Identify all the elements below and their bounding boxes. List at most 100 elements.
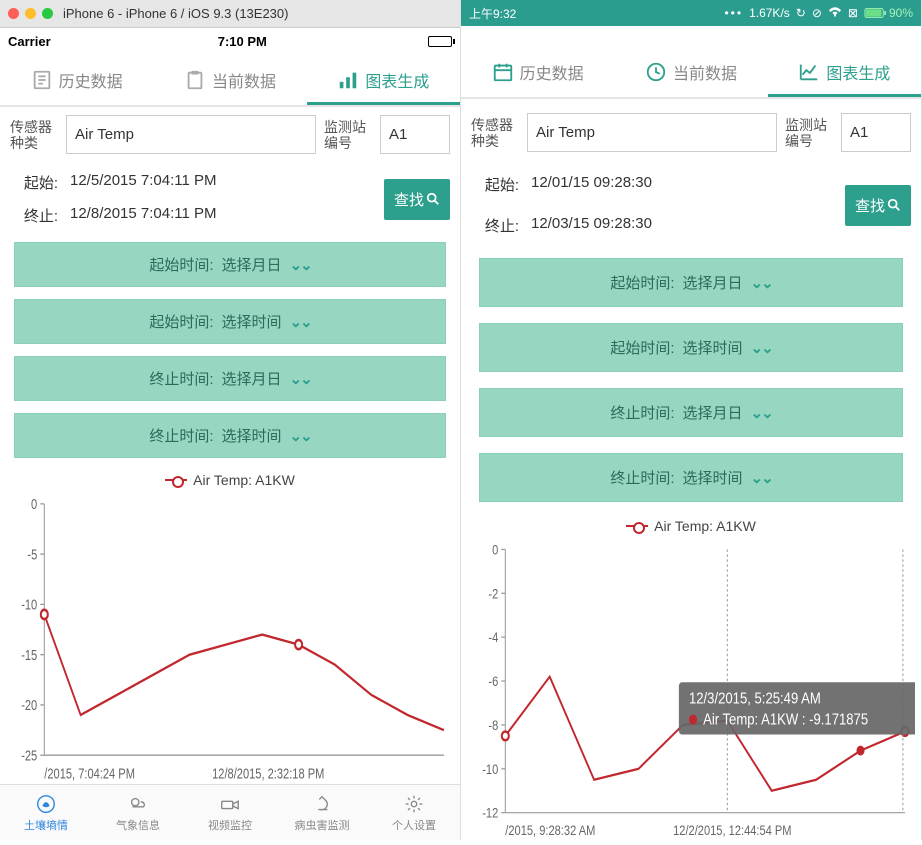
calendar-icon — [492, 61, 514, 83]
tabbar-soil[interactable]: 土壤墒情 — [0, 785, 92, 840]
clipboard-icon — [184, 69, 206, 91]
start-value: 12/5/2015 7:04:11 PM — [70, 172, 217, 193]
tab-chart-label: 图表生成 — [826, 60, 890, 84]
status-time: 上午9:32 — [469, 5, 516, 22]
svg-text:-6: -6 — [488, 674, 498, 689]
svg-text:-4: -4 — [488, 630, 498, 645]
svg-text:12/3/2015, 5:25:49 AM: 12/3/2015, 5:25:49 AM — [689, 690, 821, 708]
picker-end-time[interactable]: 终止时间:选择时间⌄⌄ — [479, 453, 903, 502]
station-id-label: 监测站 编号 — [324, 119, 372, 151]
network-speed: 1.67K/s — [749, 6, 790, 20]
svg-text:12/8/2015, 2:32:18 PM: 12/8/2015, 2:32:18 PM — [212, 765, 324, 782]
picker-start-date[interactable]: 起始时间:选择月日⌄⌄ — [14, 242, 446, 287]
window-zoom-icon[interactable] — [42, 8, 53, 19]
chart-legend: Air Temp: A1KW — [461, 510, 921, 542]
ios-status-bar: Carrier 7:10 PM — [0, 28, 460, 54]
tab-chart[interactable]: 图表生成 — [307, 54, 460, 105]
tab-current[interactable]: 当前数据 — [614, 46, 767, 97]
tab-chart[interactable]: 图表生成 — [768, 46, 921, 97]
tab-history-label: 历史数据 — [520, 60, 584, 84]
chevron-double-down-icon: ⌄⌄ — [751, 339, 772, 357]
chevron-double-down-icon: ⌄⌄ — [751, 274, 772, 292]
svg-text:-5: -5 — [27, 546, 37, 563]
tabbar-settings[interactable]: 个人设置 — [368, 785, 460, 840]
svg-text:-10: -10 — [21, 596, 37, 613]
carrier-label: Carrier — [8, 34, 51, 49]
chevron-double-down-icon: ⌄⌄ — [290, 256, 311, 274]
weather-icon — [127, 793, 149, 815]
end-value: 12/8/2015 7:04:11 PM — [70, 205, 217, 226]
simulator-titlebar: iPhone 6 - iPhone 6 / iOS 9.3 (13E230) — [0, 0, 460, 28]
picker-end-time[interactable]: 终止时间:选择时间⌄⌄ — [14, 413, 446, 458]
window-minimize-icon[interactable] — [25, 8, 36, 19]
bar-chart-icon — [337, 69, 359, 91]
chevron-double-down-icon: ⌄⌄ — [290, 427, 311, 445]
search-button[interactable]: 查找 — [384, 179, 450, 220]
sync-icon: ↻ — [796, 6, 806, 20]
end-label: 终止: — [471, 215, 519, 236]
tab-chart-label: 图表生成 — [365, 68, 429, 92]
status-time: 7:10 PM — [218, 34, 267, 49]
battery-icon — [428, 36, 452, 47]
line-chart-left[interactable]: 0 -5 -10 -15 -20 -25/2015, 7:04:24 PM 12/8/201… — [0, 496, 460, 784]
svg-text:-10: -10 — [482, 762, 498, 777]
chevron-double-down-icon: ⌄⌄ — [290, 370, 311, 388]
tab-history-label: 历史数据 — [59, 68, 123, 92]
search-button[interactable]: 查找 — [845, 185, 911, 226]
signal-icon: ⊠ — [848, 6, 858, 20]
picker-end-date[interactable]: 终止时间:选择月日⌄⌄ — [479, 388, 903, 437]
legend-label: Air Temp: A1KW — [193, 472, 295, 488]
sensor-type-label: 传感器 种类 — [471, 117, 519, 149]
search-icon — [426, 192, 440, 206]
start-label: 起始: — [471, 174, 519, 195]
leaf-icon — [35, 793, 57, 815]
end-label: 终止: — [10, 205, 58, 226]
svg-text:Air Temp: A1KW : -9.171875: Air Temp: A1KW : -9.171875 — [703, 711, 868, 729]
svg-text:-25: -25 — [21, 747, 37, 764]
simulator-title: iPhone 6 - iPhone 6 / iOS 9.3 (13E230) — [63, 6, 288, 21]
picker-start-time[interactable]: 起始时间:选择时间⌄⌄ — [14, 299, 446, 344]
more-icon: ••• — [724, 6, 743, 20]
wifi-icon — [828, 6, 842, 21]
dnd-icon: ⊘ — [812, 6, 822, 20]
tabbar-pest[interactable]: 病虫害监测 — [276, 785, 368, 840]
line-chart-right[interactable]: 0-2-4-6-8-10-1212/3/2015, 5:25:49 AMAir … — [461, 542, 921, 840]
legend-marker-icon — [626, 521, 648, 531]
svg-text:0: 0 — [31, 496, 37, 512]
gear-icon — [403, 793, 425, 815]
search-icon — [887, 198, 901, 212]
svg-text:/2015, 7:04:24 PM: /2015, 7:04:24 PM — [44, 765, 135, 782]
tab-current-label: 当前数据 — [673, 60, 737, 84]
svg-text:/2015, 9:28:32 AM: /2015, 9:28:32 AM — [505, 823, 595, 838]
android-status-bar: 上午9:32 ••• 1.67K/s ↻ ⊘ ⊠ 90% — [461, 0, 921, 26]
station-id-field[interactable]: A1 — [380, 115, 450, 154]
tab-current[interactable]: 当前数据 — [153, 54, 306, 105]
svg-text:-2: -2 — [488, 586, 498, 601]
sensor-type-field[interactable]: Air Temp — [527, 113, 777, 152]
search-button-label: 查找 — [394, 189, 424, 210]
picker-start-time[interactable]: 起始时间:选择时间⌄⌄ — [479, 323, 903, 372]
microscope-icon — [311, 793, 333, 815]
tab-history[interactable]: 历史数据 — [0, 54, 153, 105]
window-close-icon[interactable] — [8, 8, 19, 19]
picker-end-date[interactable]: 终止时间:选择月日⌄⌄ — [14, 356, 446, 401]
picker-start-date[interactable]: 起始时间:选择月日⌄⌄ — [479, 258, 903, 307]
tabbar-weather[interactable]: 气象信息 — [92, 785, 184, 840]
tab-current-label: 当前数据 — [212, 68, 276, 92]
svg-text:-20: -20 — [21, 697, 37, 714]
clock-icon — [645, 61, 667, 83]
station-id-field[interactable]: A1 — [841, 113, 911, 152]
start-value: 12/01/15 09:28:30 — [531, 174, 652, 195]
legend-marker-icon — [165, 475, 187, 485]
start-label: 起始: — [10, 172, 58, 193]
end-value: 12/03/15 09:28:30 — [531, 215, 652, 236]
svg-text:0: 0 — [492, 542, 498, 557]
svg-text:-8: -8 — [488, 718, 498, 733]
tab-history[interactable]: 历史数据 — [461, 46, 614, 97]
svg-text:-15: -15 — [21, 646, 37, 663]
search-button-label: 查找 — [855, 195, 885, 216]
sensor-type-field[interactable]: Air Temp — [66, 115, 316, 154]
camera-icon — [219, 793, 241, 815]
battery-icon: 90% — [864, 6, 913, 20]
tabbar-video[interactable]: 视频监控 — [184, 785, 276, 840]
